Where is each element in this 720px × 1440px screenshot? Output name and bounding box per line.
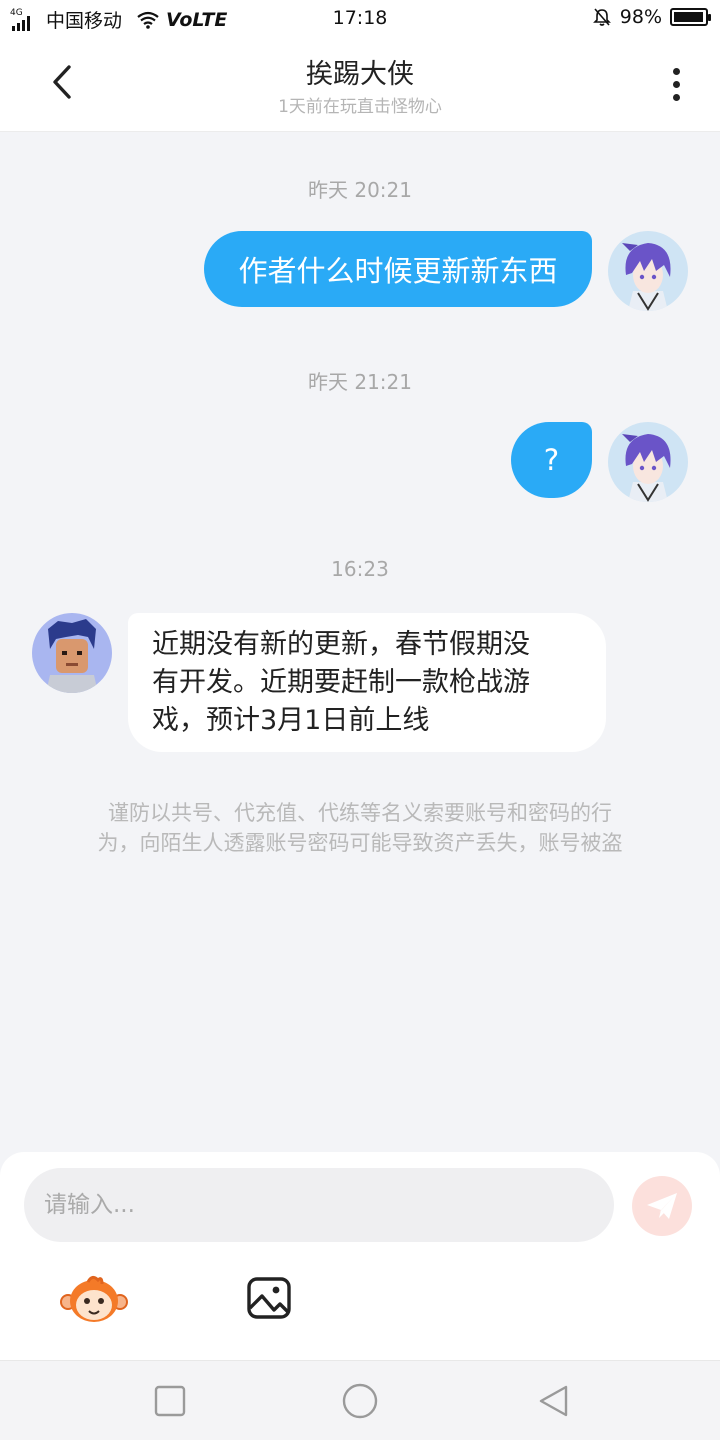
- battery-icon: [670, 8, 711, 26]
- message-timestamp: 16:23: [331, 557, 389, 581]
- emoji-button[interactable]: [58, 1274, 130, 1324]
- blocky-character-avatar-icon: [32, 613, 112, 693]
- composer-panel: [0, 1152, 720, 1360]
- battery-percent: 98%: [619, 6, 662, 28]
- more-button[interactable]: [658, 62, 694, 106]
- message-line: 有开发。近期要赶制一款枪战游: [152, 667, 530, 698]
- outgoing-message-bubble[interactable]: 作者什么时候更新新东西: [204, 231, 592, 307]
- anime-avatar-icon: [608, 422, 688, 502]
- incoming-message-bubble[interactable]: 近期没有新的更新，春节假期没 有开发。近期要赶制一款枪战游 戏，预计3月1日前上…: [128, 613, 606, 752]
- circle-icon: [342, 1383, 378, 1419]
- back-nav-button[interactable]: [534, 1381, 574, 1421]
- message-timestamp: 昨天 21:21: [308, 370, 412, 394]
- system-nav-bar: [0, 1360, 720, 1440]
- message-input[interactable]: [24, 1168, 614, 1242]
- chat-title: 挨踢大侠: [306, 59, 414, 90]
- chat-subtitle: 1天前在玩直击怪物心: [278, 97, 442, 117]
- security-notice: 谨防以共号、代充值、代练等名义索要账号和密码的行 为，向陌生人透露账号密码可能导…: [50, 798, 670, 858]
- my-avatar[interactable]: [608, 231, 688, 311]
- outgoing-message-bubble[interactable]: ?: [511, 422, 592, 498]
- paper-plane-icon: [647, 1193, 677, 1219]
- monkey-emoji-icon: [60, 1275, 128, 1322]
- more-vertical-icon: [672, 67, 680, 75]
- home-button[interactable]: [340, 1381, 380, 1421]
- anime-avatar-icon: [608, 231, 688, 311]
- message-text: 作者什么时候更新新东西: [238, 254, 558, 288]
- message-line: 近期没有新的更新，春节假期没: [152, 629, 530, 660]
- my-avatar[interactable]: [608, 422, 688, 502]
- bell-muted-icon: [592, 8, 611, 26]
- message-line: 戏，预计3月1日前上线: [152, 705, 430, 736]
- square-icon: [154, 1385, 186, 1417]
- recent-apps-button[interactable]: [150, 1381, 190, 1421]
- status-right: 98%: [592, 6, 711, 28]
- image-icon: [247, 1277, 291, 1319]
- notice-line: 为，向陌生人透露账号密码可能导致资产丢失，账号被盗: [97, 831, 623, 855]
- triangle-back-icon: [539, 1385, 568, 1417]
- notice-line: 谨防以共号、代充值、代练等名义索要账号和密码的行: [108, 801, 612, 825]
- status-bar: 4G 中国移动 VoLTE 17:18 98%: [0, 0, 720, 38]
- battery-fill: [674, 12, 704, 22]
- message-text: ?: [543, 443, 560, 477]
- message-timestamp: 昨天 20:21: [308, 178, 412, 202]
- contact-avatar[interactable]: [32, 613, 112, 693]
- send-button[interactable]: [632, 1176, 692, 1236]
- chat-header: 挨踢大侠 1天前在玩直击怪物心: [0, 38, 720, 132]
- image-button[interactable]: [246, 1276, 294, 1322]
